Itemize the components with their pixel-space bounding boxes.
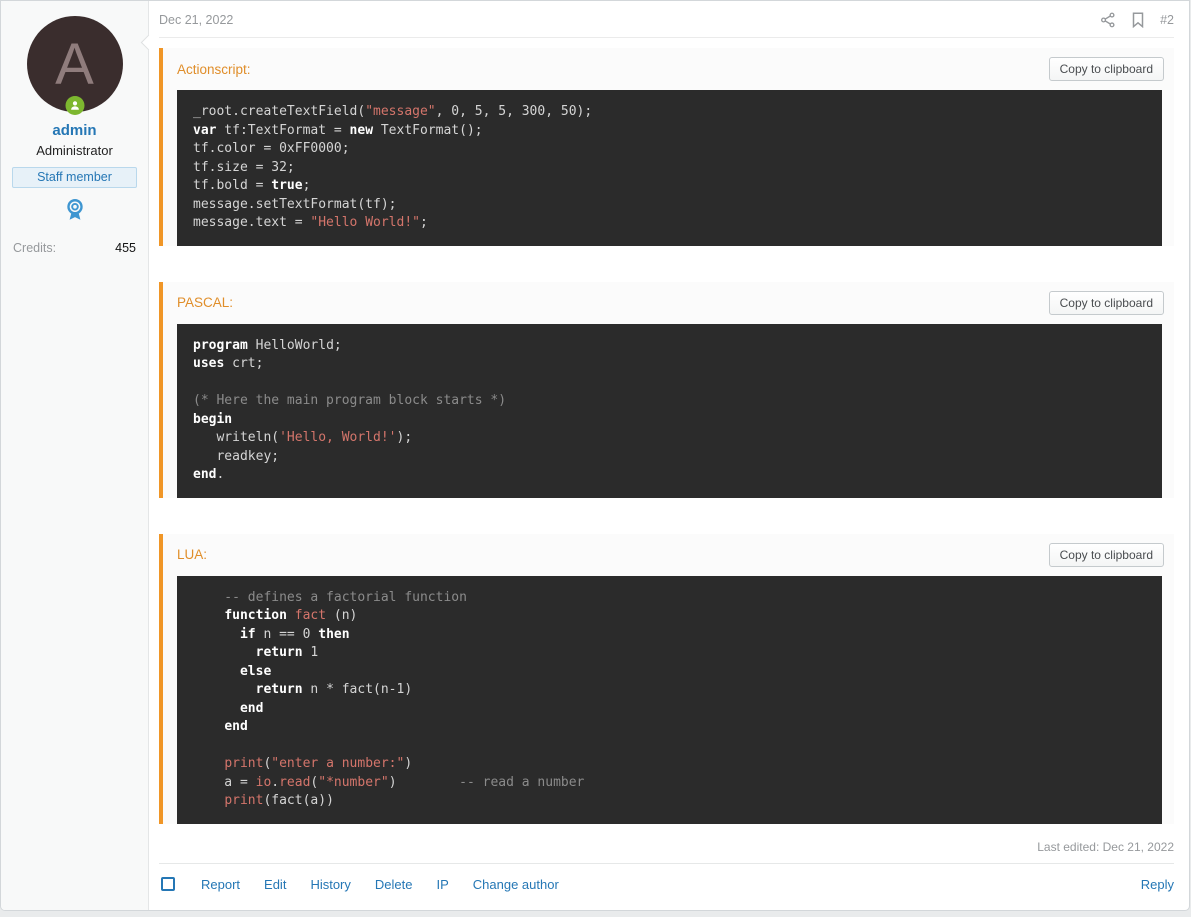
moderation-links: Report Edit History Delete IP Change author (201, 877, 559, 892)
post-date-link[interactable]: Dec 21, 2022 (159, 13, 233, 27)
code-block-lua: LUA: Copy to clipboard -- defines a facto… (159, 533, 1174, 824)
last-edited-note: Last edited: Dec 21, 2022 (1037, 839, 1174, 854)
post-header: Dec 21, 2022 #2 (159, 1, 1174, 38)
code-language-label: Actionscript: (177, 61, 251, 77)
staff-member-banner: Staff member (12, 167, 137, 188)
post-number-link[interactable]: #2 (1160, 13, 1174, 27)
code-content: _root.createTextField("message", 0, 5, 5… (177, 90, 1162, 246)
credits-value: 455 (115, 241, 136, 255)
post-footer: Report Edit History Delete IP Change author R… (159, 862, 1174, 906)
share-icon[interactable] (1100, 12, 1116, 28)
code-language-label: LUA: (177, 547, 208, 562)
post-content: Dec 21, 2022 #2 Actionscript: Copy to cl… (149, 1, 1189, 910)
online-indicator-icon (65, 96, 84, 115)
select-post-checkbox[interactable] (161, 877, 175, 891)
code-block-actionscript: Actionscript: Copy to clipboard _root.crea… (159, 48, 1174, 246)
report-link[interactable]: Report (201, 877, 240, 892)
credits-label: Credits: (13, 241, 57, 255)
user-title: Administrator (36, 143, 113, 158)
code-block-header: Actionscript: Copy to clipboard (163, 48, 1174, 89)
change-author-link[interactable]: Change author (473, 877, 559, 892)
code-block-header: LUA: Copy to clipboard (163, 534, 1174, 575)
copy-to-clipboard-button[interactable]: Copy to clipboard (1048, 57, 1164, 81)
avatar-letter: A (55, 31, 94, 97)
bookmark-icon[interactable] (1131, 12, 1145, 28)
reply-link[interactable]: Reply (1141, 877, 1174, 892)
edit-link[interactable]: Edit (264, 877, 286, 892)
code-block-header: PASCAL: Copy to clipboard (163, 282, 1174, 323)
code-content: -- defines a factorial function function… (177, 575, 1162, 824)
code-language-label: PASCAL: (177, 295, 234, 310)
copy-to-clipboard-button[interactable]: Copy to clipboard (1048, 290, 1164, 315)
history-link[interactable]: History (310, 877, 350, 892)
copy-to-clipboard-button[interactable]: Copy to clipboard (1048, 542, 1164, 567)
forum-post: A admin Administrator Staff member Credi… (0, 0, 1190, 911)
user-cell: A admin Administrator Staff member Credi… (1, 1, 149, 910)
avatar[interactable]: A (26, 16, 123, 115)
delete-link[interactable]: Delete (375, 877, 413, 892)
credits-row: Credits: 455 (13, 241, 136, 255)
award-icon (1, 197, 148, 228)
username-link[interactable]: admin (1, 122, 148, 139)
ip-link[interactable]: IP (436, 877, 448, 892)
post-body: Actionscript: Copy to clipboard _root.crea… (159, 48, 1174, 838)
code-block-pascal: PASCAL: Copy to clipboard program HelloWor… (159, 281, 1174, 498)
code-content: program HelloWorld; uses crt; (* Here the… (177, 323, 1162, 498)
post-header-actions: #2 (1100, 12, 1174, 28)
